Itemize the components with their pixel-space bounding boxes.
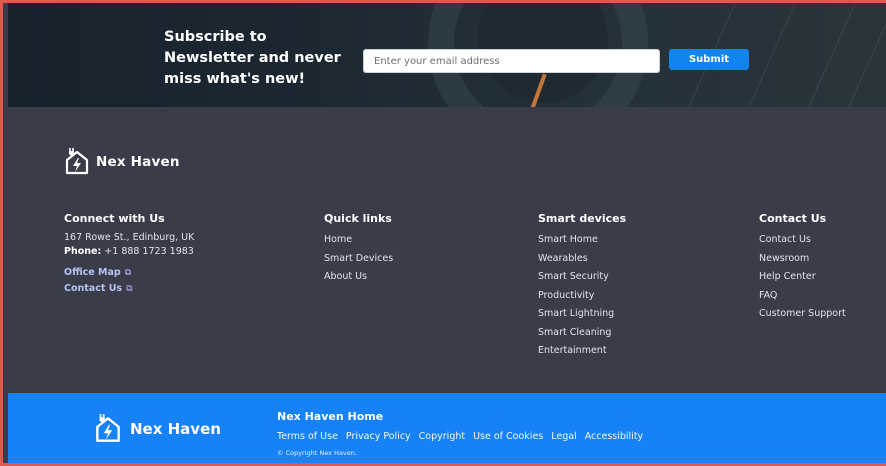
quick-link-home[interactable]: Home (324, 231, 393, 250)
address-text: 167 Rowe St., Edinburg, UK (64, 232, 195, 243)
contact-link-customer-support[interactable]: Customer Support (759, 305, 846, 324)
terms-of-use-link[interactable]: Terms of Use (277, 431, 338, 442)
phone-line: Phone: +1 888 1723 1983 (64, 245, 194, 259)
device-link-entertainment[interactable]: Entertainment (538, 342, 626, 361)
newsletter-banner: Subscribe to Newsletter and never miss w… (8, 3, 886, 107)
phone-label: Phone: (64, 246, 102, 257)
footer-brand[interactable]: Nex Haven (64, 147, 180, 177)
page-frame: Subscribe to Newsletter and never miss w… (8, 3, 886, 463)
contact-column: Contact Us Contact Us Newsroom Help Cent… (759, 212, 846, 324)
copyright-text: © Copyright Nex Haven. (277, 449, 357, 457)
external-link-icon: ⧉ (124, 268, 132, 278)
bottom-brand[interactable]: Nex Haven (94, 413, 221, 445)
contact-link-help-center[interactable]: Help Center (759, 268, 846, 287)
phone-value: +1 888 1723 1983 (104, 246, 194, 257)
device-link-productivity[interactable]: Productivity (538, 287, 626, 306)
contact-link-newsroom[interactable]: Newsroom (759, 250, 846, 269)
contact-us-label: Contact Us (64, 283, 123, 294)
brand-name: Nex Haven (130, 420, 221, 438)
external-link-icon: ⧉ (126, 284, 133, 294)
legal-link[interactable]: Legal (551, 431, 576, 442)
submit-button[interactable]: Submit (669, 49, 749, 70)
house-plug-icon (65, 148, 89, 175)
quick-link-about-us[interactable]: About Us (324, 268, 393, 287)
contact-link-faq[interactable]: FAQ (759, 287, 846, 306)
quick-links-column: Quick links Home Smart Devices About Us (324, 212, 393, 287)
office-map-link[interactable]: Office Map ⧉ (64, 265, 194, 281)
contact-us-link[interactable]: Contact Us ⧉ (64, 281, 194, 297)
legal-links: Terms of Use Privacy Policy Copyright Us… (277, 431, 643, 442)
email-input[interactable] (363, 49, 660, 73)
device-link-wearables[interactable]: Wearables (538, 250, 626, 269)
use-of-cookies-link[interactable]: Use of Cookies (473, 431, 543, 442)
device-link-smart-security[interactable]: Smart Security (538, 268, 626, 287)
banner-decoration (795, 3, 862, 107)
connect-column: Connect with Us 167 Rowe St., Edinburg, … (64, 212, 194, 297)
bottom-bar: Nex Haven Nex Haven Home Terms of Use Pr… (8, 393, 886, 463)
home-title: Nex Haven Home (277, 410, 384, 423)
banner-decoration (835, 3, 886, 107)
device-link-smart-cleaning[interactable]: Smart Cleaning (538, 324, 626, 343)
contact-link-contact-us[interactable]: Contact Us (759, 231, 846, 250)
copyright-link[interactable]: Copyright (419, 431, 465, 442)
office-map-label: Office Map (64, 267, 121, 278)
quick-link-smart-devices[interactable]: Smart Devices (324, 250, 393, 269)
contact-title: Contact Us (759, 212, 827, 225)
smart-devices-column: Smart devices Smart Home Wearables Smart… (538, 212, 626, 361)
device-link-smart-lightning[interactable]: Smart Lightning (538, 305, 626, 324)
smart-devices-title: Smart devices (538, 212, 627, 225)
brand-name: Nex Haven (96, 154, 180, 170)
newsletter-heading: Subscribe to Newsletter and never miss w… (164, 29, 341, 87)
house-plug-icon (96, 414, 120, 442)
quick-links-title: Quick links (324, 212, 392, 225)
accessibility-link[interactable]: Accessibility (585, 431, 643, 442)
device-link-smart-home[interactable]: Smart Home (538, 231, 626, 250)
connect-title: Connect with Us (64, 212, 165, 225)
privacy-policy-link[interactable]: Privacy Policy (346, 431, 411, 442)
